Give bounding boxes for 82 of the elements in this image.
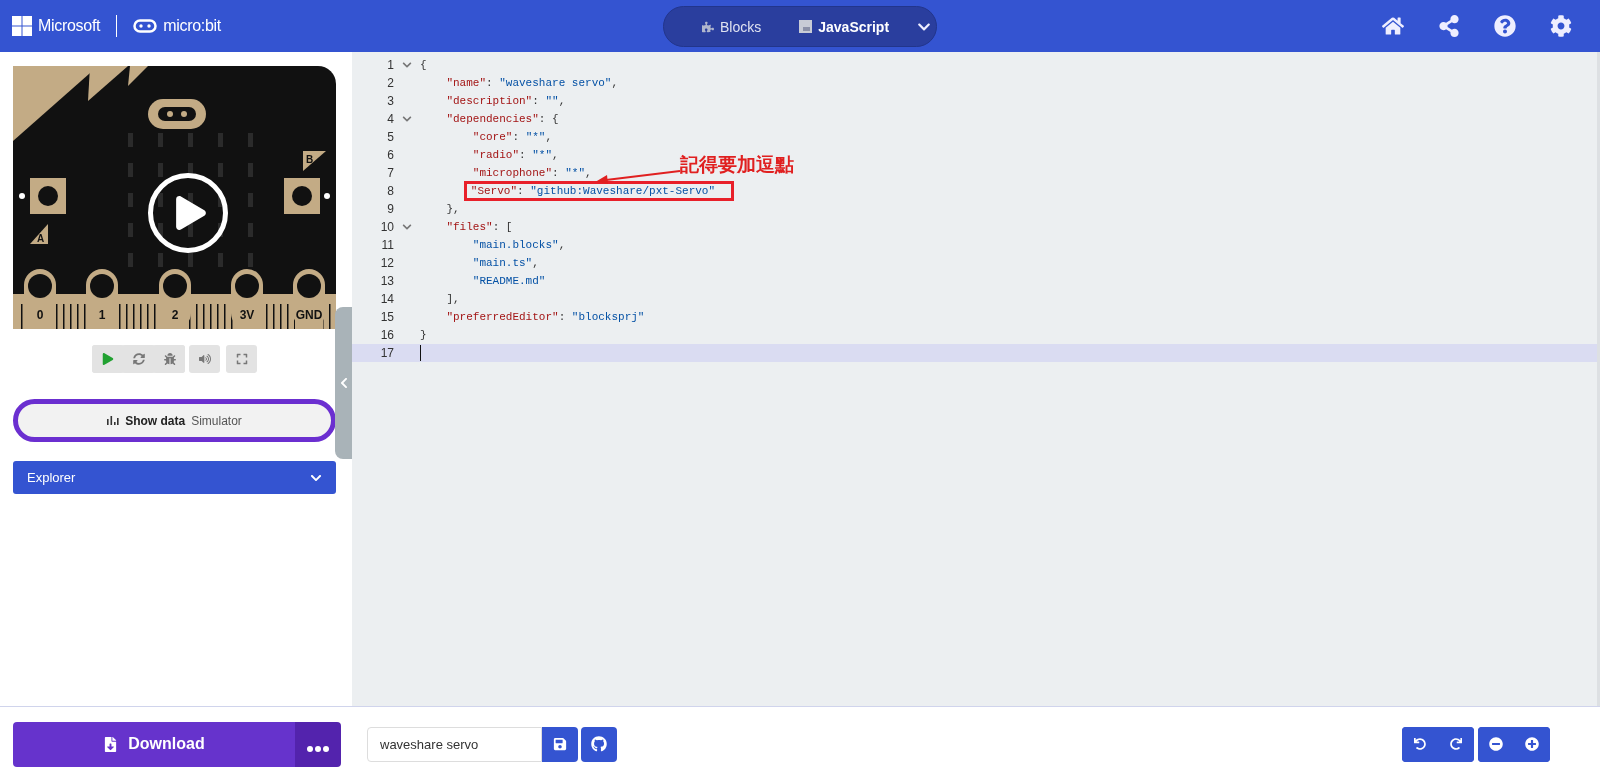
fold-chevron-icon[interactable] xyxy=(402,222,412,232)
line-number: 10 xyxy=(379,220,394,234)
plus-icon xyxy=(1525,737,1539,751)
help-icon xyxy=(1494,15,1516,37)
show-data-button[interactable]: Show data Simulator xyxy=(13,399,336,442)
line-number: 1 xyxy=(386,58,394,72)
line-number: 3 xyxy=(386,94,394,108)
more-button[interactable] xyxy=(295,721,341,767)
editor-tab[interactable]: JavaScript xyxy=(785,12,904,41)
code-line: "README.md" xyxy=(472,275,546,287)
code-line: } xyxy=(420,329,427,341)
windows-logo-icon xyxy=(12,16,32,36)
puzzle-piece-icon xyxy=(702,20,714,33)
annotation-label: 記得要加逗點 xyxy=(679,152,794,177)
script-file-icon xyxy=(799,20,813,33)
share-icon xyxy=(1438,15,1460,37)
code-line: "Servo": "github:Waveshare/pxt-Servo" xyxy=(466,184,732,198)
line-number: 16 xyxy=(379,328,394,342)
line-number: 15 xyxy=(379,310,394,324)
code-line: }, xyxy=(446,203,460,215)
code-line: "dependencies": { xyxy=(446,113,559,125)
code-line: "radio": "*", xyxy=(472,149,559,161)
line-number: 6 xyxy=(386,148,394,162)
save-icon xyxy=(553,737,567,751)
button-label: A xyxy=(37,233,45,244)
fullscreen-icon xyxy=(235,353,248,365)
fold-chevron-icon[interactable] xyxy=(402,114,412,124)
sound-button[interactable] xyxy=(189,345,220,373)
brand-name: Microsoft xyxy=(38,17,101,35)
code-line: ], xyxy=(446,293,460,305)
bar-chart-icon xyxy=(107,416,120,425)
line-number: 11 xyxy=(380,238,394,252)
file-download-icon xyxy=(103,736,119,752)
product-name: micro:bit xyxy=(163,17,221,35)
code-line: "description": "", xyxy=(446,95,566,107)
line-number: 4 xyxy=(386,112,394,126)
pin-label: 3V xyxy=(239,308,255,322)
line-number: 8 xyxy=(386,184,394,198)
play-button[interactable] xyxy=(148,173,228,253)
undo-icon xyxy=(1414,738,1426,750)
line-number: 5 xyxy=(386,130,394,144)
editor-tab[interactable]: Blocks xyxy=(688,12,776,41)
line-number: 2 xyxy=(386,76,394,90)
fullscreen-button[interactable] xyxy=(226,345,257,373)
refresh-icon xyxy=(132,353,145,365)
code-line: "main.blocks", xyxy=(472,239,566,251)
pin-label: 2 xyxy=(171,308,179,322)
speaker-icon xyxy=(198,353,211,365)
ellipsis-icon xyxy=(307,745,329,752)
code-line: "files": [ xyxy=(446,221,513,233)
line-number: 17 xyxy=(379,346,394,360)
pin-label: 0 xyxy=(36,308,44,322)
line-number: 13 xyxy=(379,274,394,288)
line-number: 12 xyxy=(379,256,394,270)
line-number: 14 xyxy=(379,292,394,306)
fold-chevron-icon[interactable] xyxy=(402,60,412,70)
line-number: 7 xyxy=(386,166,394,180)
bug-icon xyxy=(163,353,176,365)
settings-icon xyxy=(1550,15,1572,37)
code-line: { xyxy=(420,59,427,71)
microbit-logo-icon xyxy=(133,19,158,33)
pin-label: 1 xyxy=(98,308,106,322)
redo-icon xyxy=(1450,738,1462,750)
code-line: "microphone": "*", xyxy=(472,167,592,179)
explorer-header[interactable]: Explorer xyxy=(13,461,336,494)
code-line: "preferredEditor": "blocksprj" xyxy=(446,311,645,323)
github-icon xyxy=(591,736,607,752)
code-line: "core": "*", xyxy=(472,131,553,143)
collapse-handle[interactable] xyxy=(335,307,352,459)
line-number: 9 xyxy=(386,202,394,216)
save-button[interactable] xyxy=(542,726,578,762)
code-line: "name": "waveshare servo", xyxy=(446,77,619,89)
github-button[interactable] xyxy=(581,726,617,762)
home-icon xyxy=(1382,15,1404,37)
play-icon xyxy=(174,196,208,230)
code-line: "main.ts", xyxy=(472,257,539,269)
pin-label: GND xyxy=(295,308,323,322)
minus-icon xyxy=(1489,737,1503,751)
download-button[interactable]: Download xyxy=(13,721,295,767)
play-icon xyxy=(101,353,114,365)
button-label: B xyxy=(306,154,314,165)
project-name-field[interactable]: waveshare servo xyxy=(367,726,542,762)
